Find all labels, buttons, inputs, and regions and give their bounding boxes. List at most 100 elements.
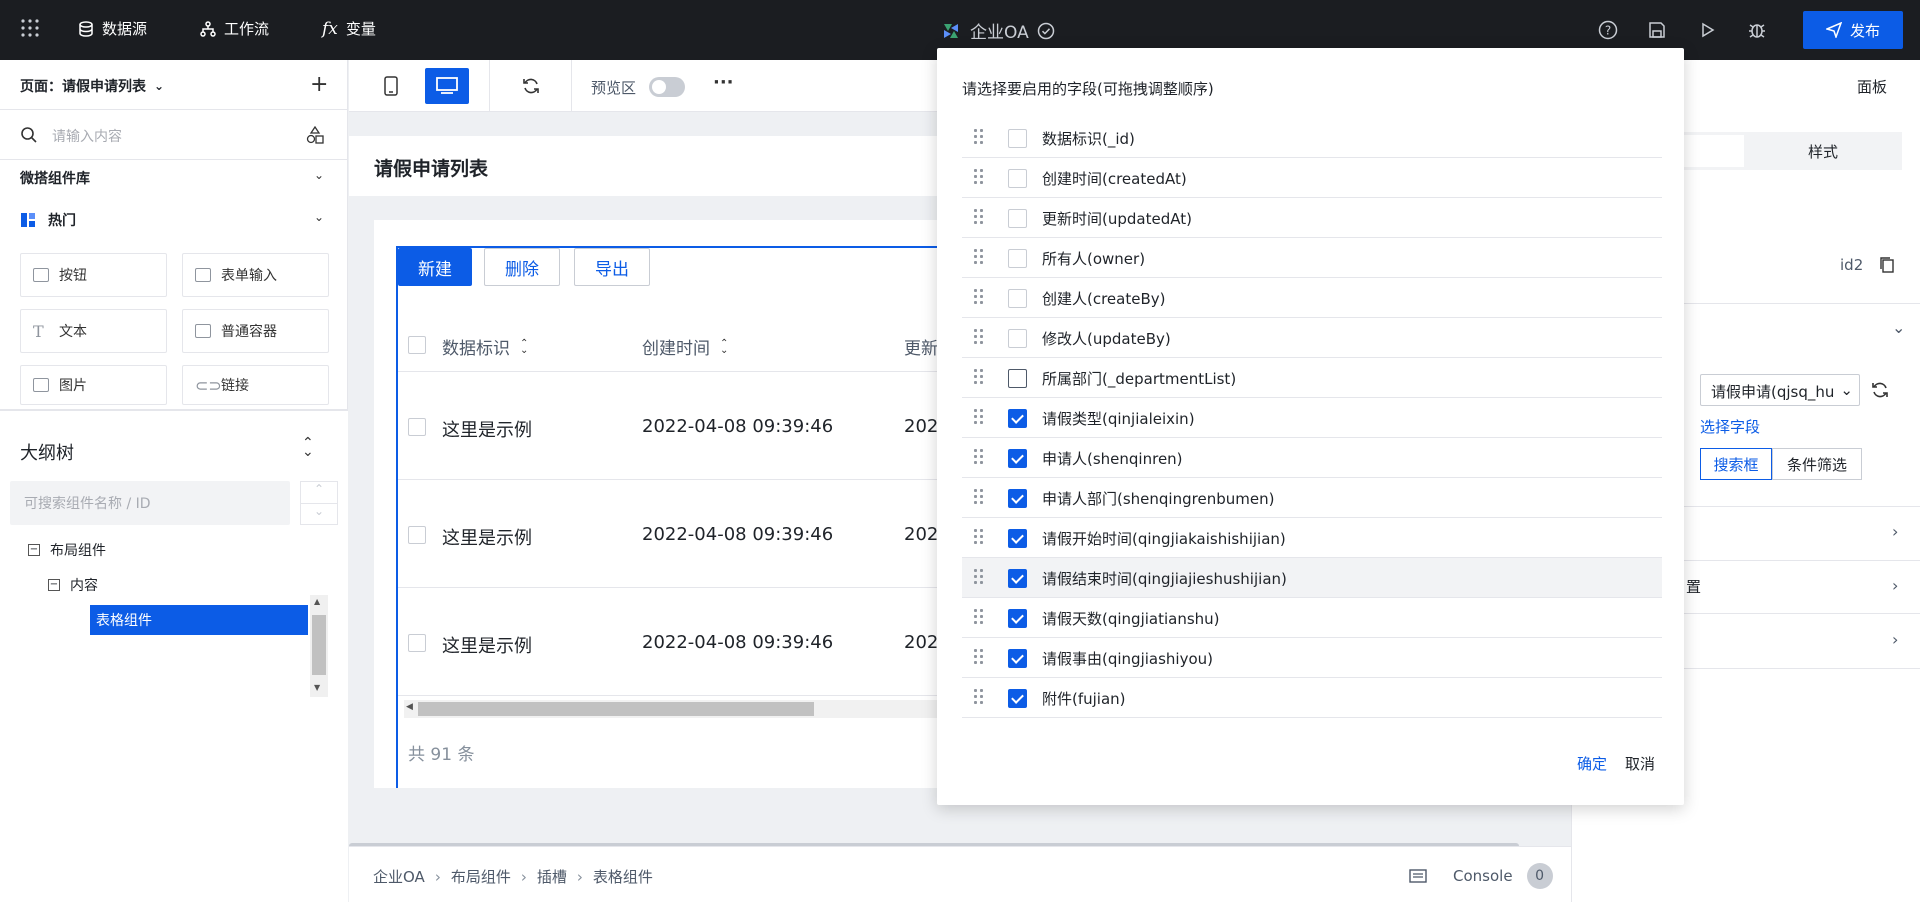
drag-handle-icon[interactable] <box>974 647 988 669</box>
field-row[interactable]: 请假结束时间(qingjiajieshushijian) <box>962 558 1662 598</box>
field-checkbox[interactable] <box>1008 449 1027 468</box>
breadcrumb-item[interactable]: 布局组件 <box>451 866 511 887</box>
datasource-select[interactable]: 请假申请(qjsq_hu ⌄ <box>1700 374 1860 406</box>
field-row[interactable]: 所有人(owner) <box>962 238 1662 278</box>
row-checkbox[interactable] <box>408 526 426 544</box>
shapes-icon[interactable] <box>306 126 324 144</box>
variables-menu[interactable]: fx 变量 <box>322 18 376 39</box>
chevron-up-icon[interactable]: ⌃ <box>301 482 337 504</box>
drag-handle-icon[interactable] <box>974 447 988 469</box>
drag-handle-icon[interactable] <box>974 687 988 709</box>
field-row[interactable]: 修改人(updateBy) <box>962 318 1662 358</box>
component-link[interactable]: ⊂⊃ 链接 <box>182 365 329 405</box>
breadcrumb-item[interactable]: 插槽 <box>537 866 567 887</box>
tab-search-box[interactable]: 搜索框 <box>1700 448 1772 480</box>
scroll-thumb[interactable] <box>312 615 326 675</box>
refresh-button[interactable] <box>509 68 553 104</box>
field-row[interactable]: 申请人部门(shenqingrenbumen) <box>962 478 1662 518</box>
tree-node-layout[interactable]: − 布局组件 <box>28 540 106 560</box>
drag-handle-icon[interactable] <box>974 487 988 509</box>
select-fields-link[interactable]: 选择字段 <box>1700 416 1760 437</box>
new-button[interactable]: 新建 <box>398 248 472 286</box>
chevron-right-icon[interactable]: › <box>1892 630 1898 649</box>
copy-icon[interactable] <box>1879 256 1895 274</box>
breadcrumb-item[interactable]: 表格组件 <box>593 866 653 887</box>
field-checkbox[interactable] <box>1008 649 1027 668</box>
apps-grid-icon[interactable] <box>20 18 40 38</box>
page-selector[interactable]: 页面：请假申请列表 ⌄ <box>20 76 164 96</box>
hot-category[interactable]: 热门 <box>20 210 76 230</box>
field-checkbox[interactable] <box>1008 289 1027 308</box>
collapse-icon[interactable]: − <box>28 544 40 556</box>
drag-handle-icon[interactable] <box>974 607 988 629</box>
sort-icon[interactable]: ⌃ ⌄ <box>520 338 528 355</box>
field-row[interactable]: 附件(fujian) <box>962 678 1662 718</box>
help-icon[interactable]: ? <box>1598 20 1618 40</box>
delete-button[interactable]: 删除 <box>484 248 560 286</box>
drag-handle-icon[interactable] <box>974 407 988 429</box>
field-row[interactable]: 申请人(shenqinren) <box>962 438 1662 478</box>
field-checkbox[interactable] <box>1008 489 1027 508</box>
chevron-down-icon[interactable]: ⌄ <box>301 504 337 525</box>
drag-handle-icon[interactable] <box>974 207 988 229</box>
more-icon[interactable]: ··· <box>713 72 734 93</box>
scroll-left-icon[interactable]: ◀ <box>406 702 413 712</box>
column-header-id[interactable]: 数据标识 ⌃ ⌄ <box>442 334 528 359</box>
search-input[interactable]: 请输入内容 <box>52 126 122 146</box>
breadcrumb-item[interactable]: 企业OA <box>373 866 425 887</box>
drag-handle-icon[interactable] <box>974 247 988 269</box>
row-checkbox[interactable] <box>408 418 426 436</box>
drag-handle-icon[interactable] <box>974 327 988 349</box>
column-header-updated[interactable]: 更新 <box>904 334 938 359</box>
field-checkbox[interactable] <box>1008 169 1027 188</box>
tree-search-input[interactable]: 可搜索组件名称 / ID <box>10 481 290 525</box>
field-row[interactable]: 创建人(createBy) <box>962 278 1662 318</box>
field-checkbox[interactable] <box>1008 329 1027 348</box>
component-container[interactable]: 普通容器 <box>182 309 329 353</box>
drag-handle-icon[interactable] <box>974 167 988 189</box>
console-toggle[interactable]: Console 0 <box>1409 863 1553 889</box>
cancel-button[interactable]: 取消 <box>1625 753 1655 774</box>
tab-style[interactable]: 样式 <box>1808 141 1838 162</box>
panel-label[interactable]: 面板 <box>1857 76 1887 97</box>
scroll-up-icon[interactable]: ▲ <box>314 597 320 606</box>
field-checkbox[interactable] <box>1008 129 1027 148</box>
datasource-menu[interactable]: 数据源 <box>78 18 147 39</box>
field-checkbox[interactable] <box>1008 369 1027 388</box>
chevron-down-icon[interactable]: ⌄ <box>314 168 324 182</box>
field-checkbox[interactable] <box>1008 529 1027 548</box>
field-row[interactable]: 数据标识(_id) <box>962 118 1662 158</box>
drag-handle-icon[interactable] <box>974 367 988 389</box>
expand-collapse-icon[interactable]: ⌃ ⌄ <box>302 436 314 459</box>
component-form-input[interactable]: 表单输入 <box>182 253 329 297</box>
tree-scrollbar[interactable]: ▲ ▼ <box>310 595 328 697</box>
sort-icon[interactable]: ⌃ ⌄ <box>720 338 728 355</box>
chevron-right-icon[interactable]: › <box>1892 576 1898 595</box>
save-icon[interactable] <box>1647 20 1667 40</box>
chevron-down-icon[interactable]: ⌄ <box>1892 318 1905 337</box>
field-row[interactable]: 请假类型(qinjialeixin) <box>962 398 1662 438</box>
select-all-checkbox[interactable] <box>408 336 426 354</box>
component-button[interactable]: 按钮 <box>20 253 167 297</box>
field-row[interactable]: 请假天数(qingjiatianshu) <box>962 598 1662 638</box>
field-row[interactable]: 请假事由(qingjiashiyou) <box>962 638 1662 678</box>
column-header-created[interactable]: 创建时间 ⌃ ⌄ <box>642 334 728 359</box>
chevron-right-icon[interactable]: › <box>1892 522 1898 541</box>
desktop-view-button[interactable] <box>425 68 469 104</box>
field-checkbox[interactable] <box>1008 209 1027 228</box>
field-checkbox[interactable] <box>1008 569 1027 588</box>
tree-node-content[interactable]: − 内容 <box>48 575 98 595</box>
preview-toggle[interactable] <box>649 77 685 97</box>
confirm-button[interactable]: 确定 <box>1577 753 1607 774</box>
field-checkbox[interactable] <box>1008 689 1027 708</box>
workflow-menu[interactable]: 工作流 <box>200 18 269 39</box>
tree-nav-stepper[interactable]: ⌃ ⌄ <box>300 481 338 525</box>
field-row[interactable]: 所属部门(_departmentList) <box>962 358 1662 398</box>
drag-handle-icon[interactable] <box>974 567 988 589</box>
tree-node-table-selected[interactable]: 表格组件 <box>90 605 308 635</box>
field-row[interactable]: 请假开始时间(qingjiakaishishijian) <box>962 518 1662 558</box>
field-checkbox[interactable] <box>1008 609 1027 628</box>
component-image[interactable]: 图片 <box>20 365 167 405</box>
drag-handle-icon[interactable] <box>974 127 988 149</box>
drag-handle-icon[interactable] <box>974 527 988 549</box>
